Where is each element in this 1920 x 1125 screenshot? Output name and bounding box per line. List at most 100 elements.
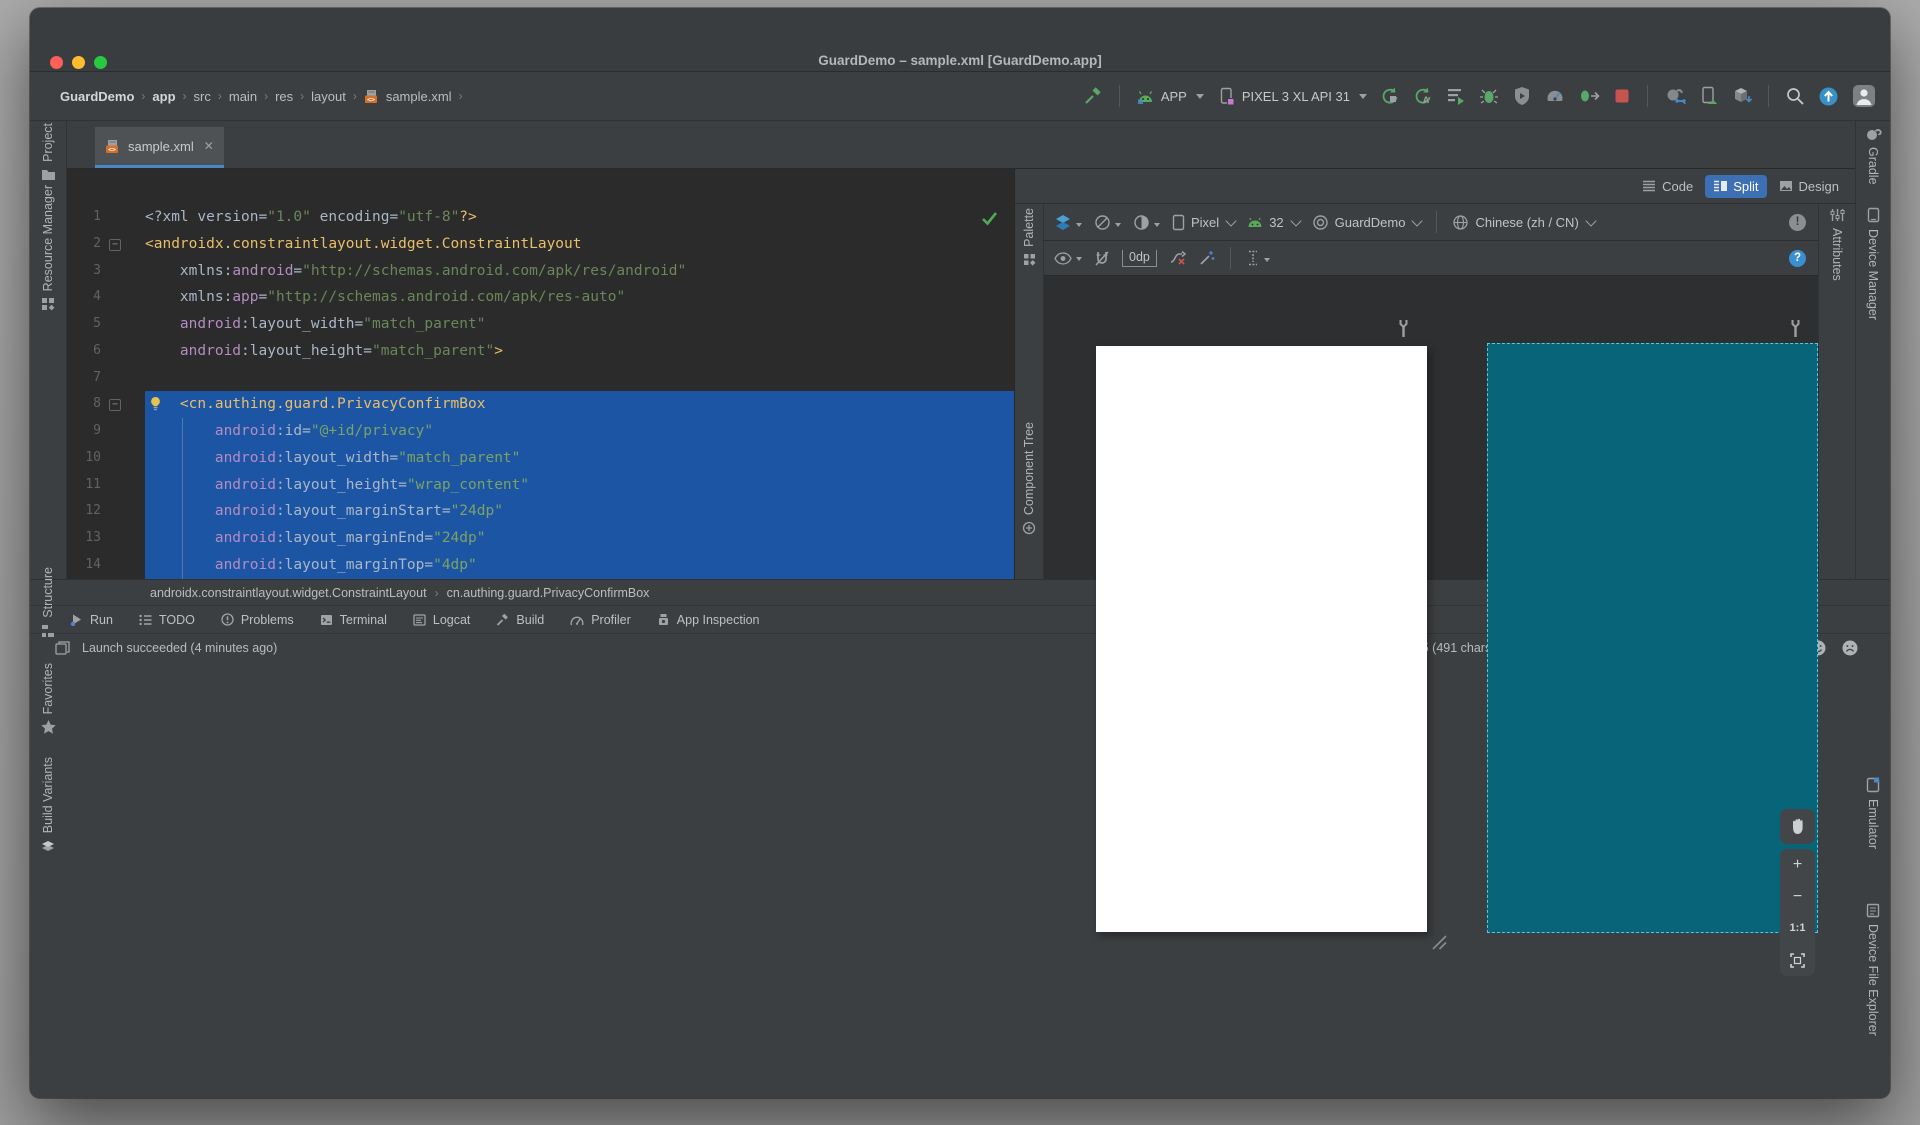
stop-icon[interactable]: [1613, 87, 1631, 105]
orientation-button[interactable]: [1094, 214, 1121, 231]
layout-variants-button[interactable]: [1054, 214, 1082, 231]
autoconnect-off-button[interactable]: [1094, 250, 1110, 267]
help-icon[interactable]: ?: [1789, 249, 1806, 267]
canvas-resize-handle[interactable]: [1430, 933, 1448, 951]
breadcrumb-main[interactable]: main: [229, 89, 257, 104]
sad-feedback-icon[interactable]: [1842, 640, 1858, 656]
zoom-to-fit-button[interactable]: [1780, 944, 1815, 976]
code-line-13[interactable]: 13 android:layout_marginEnd="24dp": [67, 525, 1014, 552]
device-manager-icon[interactable]: [1699, 86, 1719, 106]
pan-tool-button[interactable]: [1780, 809, 1815, 844]
intention-bulb-icon[interactable]: [148, 396, 163, 412]
background-tasks-icon[interactable]: [55, 641, 70, 655]
code-text[interactable]: android:layout_height="wrap_content": [145, 471, 1014, 499]
tool-window-profiler[interactable]: Profiler: [570, 613, 631, 627]
clear-constraints-button[interactable]: [1169, 250, 1187, 266]
breadcrumb-layout[interactable]: layout: [311, 89, 346, 104]
debug-icon[interactable]: [1479, 86, 1499, 106]
breadcrumb-app[interactable]: app: [152, 89, 175, 104]
code-line-15[interactable]: 15 app:layout_constraintStart_toStartOf=…: [67, 578, 1014, 579]
run-configuration-select[interactable]: APP: [1136, 89, 1204, 104]
mode-tab-code[interactable]: Code: [1634, 175, 1701, 198]
search-everywhere-icon[interactable]: [1785, 86, 1805, 106]
sidebar-tab-emulator[interactable]: Emulator: [1856, 777, 1890, 849]
code-text[interactable]: android:layout_width="match_parent": [145, 444, 1014, 472]
zoom-actual-size-button[interactable]: 1:1: [1780, 913, 1815, 945]
coverage-run-icon[interactable]: [1446, 86, 1466, 106]
gradle-sync-icon[interactable]: [1664, 86, 1686, 106]
mode-tab-design[interactable]: Design: [1771, 175, 1847, 198]
view-options-button[interactable]: [1054, 251, 1082, 265]
fold-marker-icon[interactable]: −: [101, 391, 145, 418]
code-text[interactable]: android:layout_height="match_parent">: [145, 338, 1014, 365]
breadcrumb-src[interactable]: src: [194, 89, 211, 104]
code-text[interactable]: <cn.authing.guard.PrivacyConfirmBox: [145, 391, 1014, 418]
breadcrumb-privacyconfirmbox[interactable]: cn.authing.guard.PrivacyConfirmBox: [447, 586, 650, 600]
code-line-4[interactable]: 4 xmlns:app="http://schemas.android.com/…: [67, 284, 1014, 311]
api-level-picker[interactable]: 32: [1247, 215, 1302, 230]
code-text[interactable]: android:layout_marginTop="4dp": [145, 551, 1014, 579]
code-text[interactable]: xmlns:app="http://schemas.android.com/ap…: [145, 284, 1014, 311]
code-line-12[interactable]: 12 android:layout_marginStart="24dp": [67, 498, 1014, 525]
tool-window-problems[interactable]: Problems: [221, 613, 294, 627]
tool-window-todo[interactable]: TODO: [139, 613, 195, 627]
ide-update-icon[interactable]: [1818, 86, 1839, 107]
mode-tab-split[interactable]: Split: [1705, 174, 1767, 198]
sdk-manager-icon[interactable]: [1732, 86, 1752, 106]
code-text[interactable]: android:layout_width="match_parent": [145, 311, 1014, 338]
code-line-2[interactable]: 2− <androidx.constraintlayout.widget.Cons…: [67, 231, 1014, 258]
user-avatar[interactable]: [1852, 84, 1876, 108]
blueprint-preview-surface-selected[interactable]: [1487, 343, 1818, 933]
code-editor[interactable]: 1 <?xml version="1.0" encoding="utf-8"?> 2…: [67, 169, 1014, 579]
build-hammer-icon[interactable]: [1083, 86, 1103, 106]
breadcrumb-file[interactable]: sample.xml: [386, 89, 452, 104]
night-mode-button[interactable]: [1133, 214, 1160, 231]
code-text[interactable]: xmlns:android="http://schemas.android.co…: [145, 258, 1014, 285]
inspection-ok-icon[interactable]: [981, 211, 998, 226]
code-text[interactable]: android:layout_marginEnd="24dp": [145, 525, 1014, 552]
sidebar-tab-project[interactable]: Project: [30, 123, 66, 181]
code-line-3[interactable]: 3 xmlns:android="http://schemas.android.…: [67, 258, 1014, 285]
sidebar-tab-resource-manager[interactable]: Resource Manager: [30, 185, 66, 311]
preview-config-wrench-icon[interactable]: [1788, 319, 1804, 339]
sidebar-tab-build-variants[interactable]: Build Variants: [30, 757, 66, 853]
code-text[interactable]: app:layout_constraintStart_toStartOf="pa…: [145, 578, 1014, 579]
profiler-gauge-icon[interactable]: [1545, 86, 1565, 106]
locale-picker[interactable]: Chinese (zh / CN): [1452, 214, 1597, 231]
code-line-6[interactable]: 6 android:layout_height="match_parent">: [67, 338, 1014, 365]
profile-app-icon[interactable]: [1512, 86, 1532, 106]
code-text[interactable]: android:id="@+id/privacy": [145, 418, 1014, 445]
sidebar-tab-favorites[interactable]: Favorites: [30, 663, 66, 735]
tool-window-app-inspection[interactable]: App Inspection: [657, 613, 760, 627]
breadcrumb-constraintlayout[interactable]: androidx.constraintlayout.widget.Constra…: [150, 586, 427, 600]
code-text[interactable]: android:layout_marginStart="24dp": [145, 498, 1014, 525]
code-line-9[interactable]: 9 android:id="@+id/privacy": [67, 418, 1014, 445]
zoom-out-button[interactable]: −: [1780, 881, 1815, 913]
code-text[interactable]: <?xml version="1.0" encoding="utf-8"?>: [145, 204, 1014, 231]
theme-picker[interactable]: GuardDemo: [1312, 214, 1424, 231]
code-line-5[interactable]: 5 android:layout_width="match_parent": [67, 311, 1014, 338]
code-line-7[interactable]: 7: [67, 365, 1014, 392]
close-tab-icon[interactable]: ✕: [204, 139, 214, 153]
apply-code-changes-icon[interactable]: A: [1413, 86, 1433, 106]
attributes-tab[interactable]: Attributes: [1819, 208, 1855, 281]
code-text[interactable]: <androidx.constraintlayout.widget.Constr…: [145, 231, 1014, 258]
sidebar-tab-device-file-explorer[interactable]: Device File Explorer: [1856, 903, 1890, 1036]
code-line-8[interactable]: 8− <cn.authing.guard.PrivacyConfirmBox: [67, 391, 1014, 418]
pack-align-button[interactable]: [1246, 250, 1270, 266]
code-line-1[interactable]: 1 <?xml version="1.0" encoding="utf-8"?>: [67, 204, 1014, 231]
fold-marker-icon[interactable]: −: [101, 231, 145, 258]
tool-window-run[interactable]: Run: [70, 613, 113, 627]
breadcrumb-project[interactable]: GuardDemo: [60, 89, 134, 104]
default-margin-control[interactable]: 0dp: [1122, 249, 1157, 267]
palette-tab[interactable]: Palette: [1015, 208, 1043, 266]
infer-constraints-button[interactable]: [1199, 250, 1215, 266]
render-issues-icon[interactable]: !: [1789, 213, 1806, 231]
breadcrumb-res[interactable]: res: [275, 89, 293, 104]
tool-window-terminal[interactable]: Terminal: [320, 613, 387, 627]
code-text[interactable]: [145, 365, 1014, 392]
attach-debugger-icon[interactable]: [1578, 86, 1600, 106]
code-line-11[interactable]: 11 android:layout_height="wrap_content": [67, 471, 1014, 499]
component-tree-tab[interactable]: Component Tree: [1015, 422, 1043, 535]
sidebar-tab-device-manager[interactable]: Device Manager: [1856, 207, 1890, 320]
